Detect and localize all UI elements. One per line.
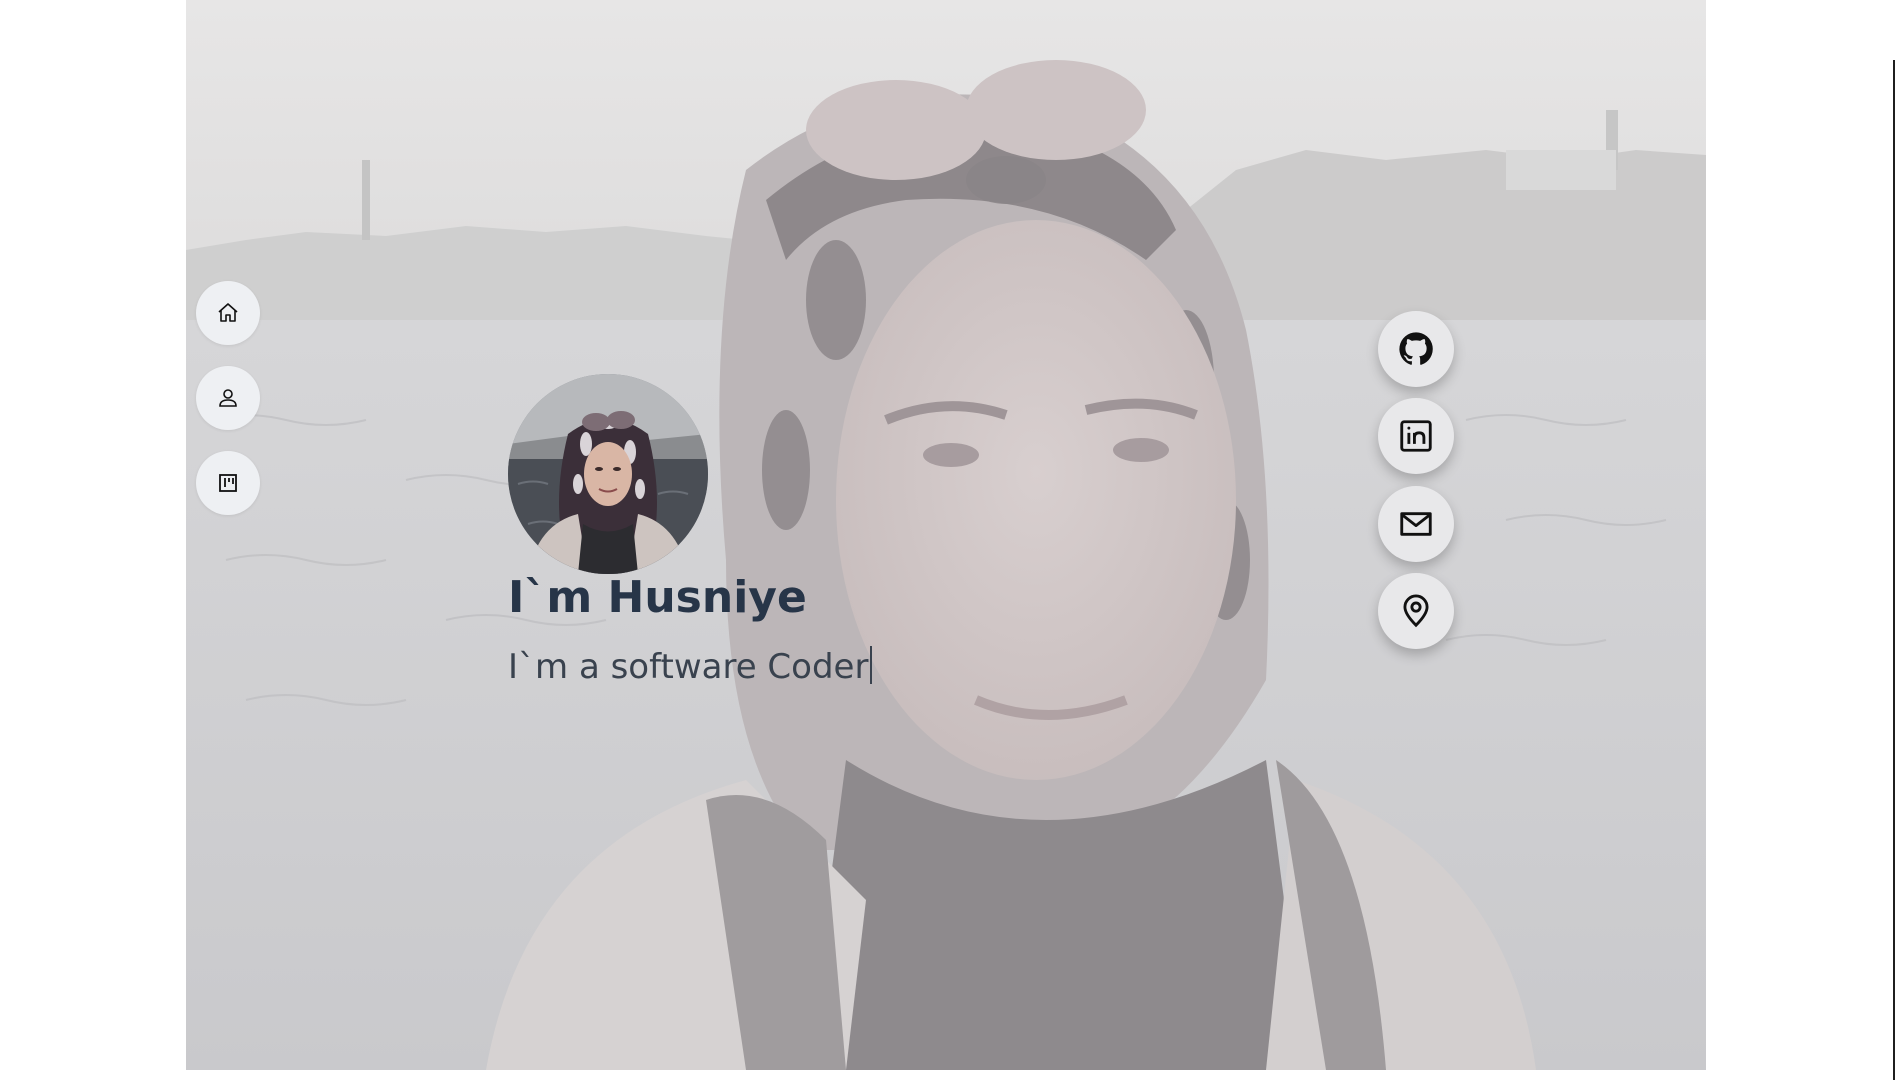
hero-title: I`m Husniye — [508, 572, 807, 623]
kanban-icon — [219, 474, 237, 492]
location-link[interactable] — [1378, 573, 1454, 649]
github-link[interactable] — [1378, 311, 1454, 387]
user-icon — [219, 389, 237, 407]
avatar — [508, 374, 708, 574]
email-link[interactable] — [1378, 486, 1454, 562]
typing-cursor — [870, 646, 873, 684]
linkedin-link[interactable] — [1378, 398, 1454, 474]
nav-projects-button[interactable] — [196, 451, 260, 515]
page: I`m Husniye I`m a software Coder — [0, 0, 1899, 1080]
home-icon — [218, 303, 238, 322]
scrollbar[interactable] — [1893, 60, 1895, 1080]
nav-about-button[interactable] — [196, 366, 260, 430]
typed-text: I`m a software Coder — [508, 647, 869, 687]
nav-home-button[interactable] — [196, 281, 260, 345]
mail-icon — [1400, 512, 1432, 536]
github-icon — [1399, 332, 1433, 365]
hero-subtitle: I`m a software Coder — [508, 646, 873, 687]
linkedin-icon — [1400, 420, 1432, 452]
location-pin-icon — [1403, 594, 1429, 628]
hero-background-photo — [186, 0, 1706, 1070]
